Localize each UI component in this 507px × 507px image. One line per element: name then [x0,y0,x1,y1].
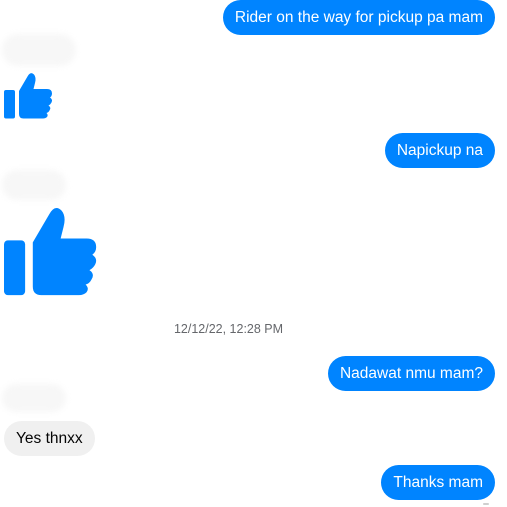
faded-message-placeholder [2,34,76,66]
outgoing-message-bubble[interactable]: Napickup na [384,133,495,168]
thumbs-up-icon[interactable] [4,70,54,120]
message-text: Napickup na [396,142,483,159]
incoming-message-bubble[interactable]: Yes thnxx [4,421,95,456]
message-timestamp: 12/12/22, 12:28 PM [173,322,284,336]
message-text: Rider on the way for pickup pa mam [234,9,483,26]
outgoing-message-bubble[interactable]: Rider on the way for pickup pa mam [222,0,495,35]
message-text: Thanks mam [393,474,483,491]
message-text: Yes thnxx [16,430,83,447]
message-text: Nadawat nmu mam? [339,365,483,382]
thumbs-up-icon[interactable] [4,202,100,298]
faded-message-placeholder [2,384,66,412]
faded-message-placeholder [2,170,66,200]
seen-indicator [483,503,489,505]
outgoing-message-bubble[interactable]: Thanks mam [381,465,495,500]
outgoing-message-bubble[interactable]: Nadawat nmu mam? [327,356,495,391]
